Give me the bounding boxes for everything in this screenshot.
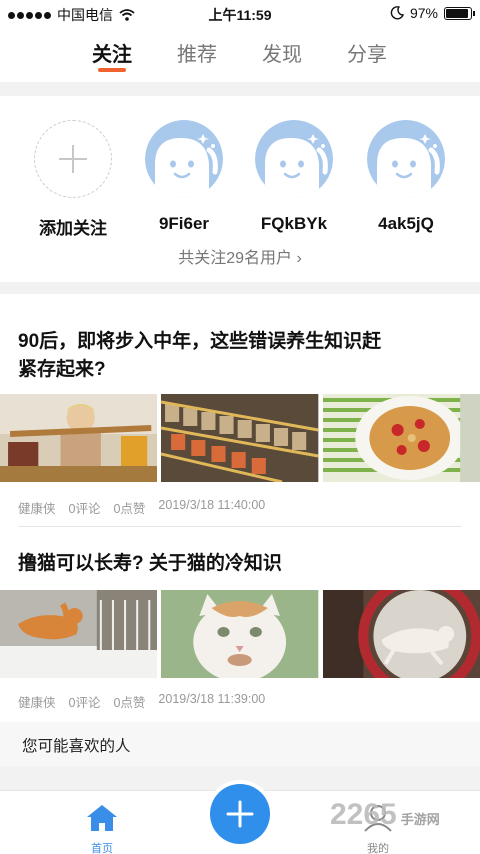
followed-user[interactable]: 9Fi6er (139, 120, 229, 234)
maybe-like-header: 您可能喜欢的人 (0, 722, 480, 766)
cat-wheel-image (322, 590, 480, 678)
article-title-line: 90后，即将步入中年，这些错误养生知识赶 (18, 331, 382, 352)
avatar[interactable] (145, 120, 223, 198)
article-comments: 0评论 (68, 696, 101, 710)
ghost-avatar-icon (367, 120, 445, 198)
add-post-button[interactable] (210, 784, 270, 844)
battery-icon (444, 6, 475, 20)
feed: 90后，即将步入中年，这些错误养生知识赶 紧存起来? 健康侠 0评论 0点赞 2… (0, 294, 480, 722)
add-circle[interactable] (34, 120, 112, 198)
plus-icon (59, 145, 87, 173)
tab-follow[interactable]: 关注 (92, 28, 132, 82)
tab-share[interactable]: 分享 (347, 28, 387, 82)
nav-mine-label: 我的 (367, 843, 389, 854)
article-title-line: 紧存起来? (18, 359, 106, 380)
followed-user[interactable]: FQkBYk (249, 120, 339, 234)
article-likes: 0点赞 (113, 502, 146, 516)
article-title[interactable]: 90后，即将步入中年，这些错误养生知识赶 紧存起来? (0, 328, 480, 384)
tab-discover[interactable]: 发现 (262, 28, 302, 82)
watermark-text: 2265 (330, 798, 397, 831)
thumbnail-image[interactable] (322, 590, 480, 678)
child-scale-image (0, 394, 158, 482)
ghost-avatar-icon (255, 120, 333, 198)
add-follow-button[interactable]: 添加关注 (28, 120, 118, 239)
article-meta: 健康侠 0评论 0点赞 2019/3/18 11:39:00 (18, 692, 265, 711)
thumbnail-image[interactable] (161, 590, 319, 678)
follow-total-text: 共关注29名用户 (178, 250, 293, 267)
article-thumbnails[interactable] (0, 590, 480, 678)
follow-row: 添加关注 9Fi6er FQkBYk 4ak5jQ (0, 120, 480, 240)
followed-user-name: FQkBYk (260, 214, 328, 233)
article-date: 2019/3/18 11:40:00 (158, 498, 266, 512)
battery-percent: 97% (409, 5, 438, 21)
watermark-sub: 手游网 (400, 812, 440, 827)
followed-user-name: 9Fi6er (158, 214, 210, 233)
cereal-bowl-image (322, 394, 480, 482)
plus-icon (226, 800, 254, 828)
article-thumbnails[interactable] (0, 394, 480, 482)
add-follow-label: 添加关注 (39, 219, 107, 238)
article-meta: 健康侠 0评论 0点赞 2019/3/18 11:40:00 (18, 498, 265, 517)
followed-user-name: 4ak5jQ (378, 214, 434, 233)
thumbnail-image[interactable] (161, 394, 319, 482)
divider (18, 526, 462, 527)
follow-total-link[interactable]: 共关注29名用户 › (0, 244, 480, 268)
article-comments: 0评论 (68, 502, 101, 516)
watermark-logo: 2265 手游网 (330, 798, 440, 832)
nav-home[interactable]: 首页 (82, 803, 122, 854)
article-source: 健康侠 (18, 696, 56, 710)
article-card[interactable]: 90后，即将步入中年，这些错误养生知识赶 紧存起来? (0, 328, 480, 384)
avatar[interactable] (367, 120, 445, 198)
status-bar: 中国电信 上午11:59 97% (0, 0, 480, 28)
moon-icon (390, 6, 404, 20)
avatar[interactable] (255, 120, 333, 198)
article-source: 健康侠 (18, 502, 56, 516)
home-icon (87, 805, 117, 831)
top-tabs: 关注 推荐 发现 分享 (0, 28, 480, 82)
thumbnail-image[interactable] (322, 394, 480, 482)
thumbnail-image[interactable] (0, 590, 158, 678)
jars-shelf-image (161, 394, 319, 482)
maybe-like-title: 您可能喜欢的人 (22, 738, 131, 755)
article-card[interactable]: 撸猫可以长寿? 关于猫的冷知识 (0, 550, 480, 578)
status-right: 97% (390, 5, 475, 21)
chevron-right-icon: › (296, 250, 302, 267)
white-cat-image (161, 590, 319, 678)
nav-home-label: 首页 (91, 843, 113, 854)
jumping-cat-image (0, 590, 158, 678)
ghost-avatar-icon (145, 120, 223, 198)
article-likes: 0点赞 (113, 696, 146, 710)
article-title[interactable]: 撸猫可以长寿? 关于猫的冷知识 (0, 550, 480, 578)
followed-user[interactable]: 4ak5jQ (361, 120, 451, 234)
thumbnail-image[interactable] (0, 394, 158, 482)
follow-panel: 添加关注 9Fi6er FQkBYk 4ak5jQ 共关注29名用户 › (0, 96, 480, 282)
article-date: 2019/3/18 11:39:00 (158, 692, 266, 706)
tab-recommend[interactable]: 推荐 (177, 28, 217, 82)
